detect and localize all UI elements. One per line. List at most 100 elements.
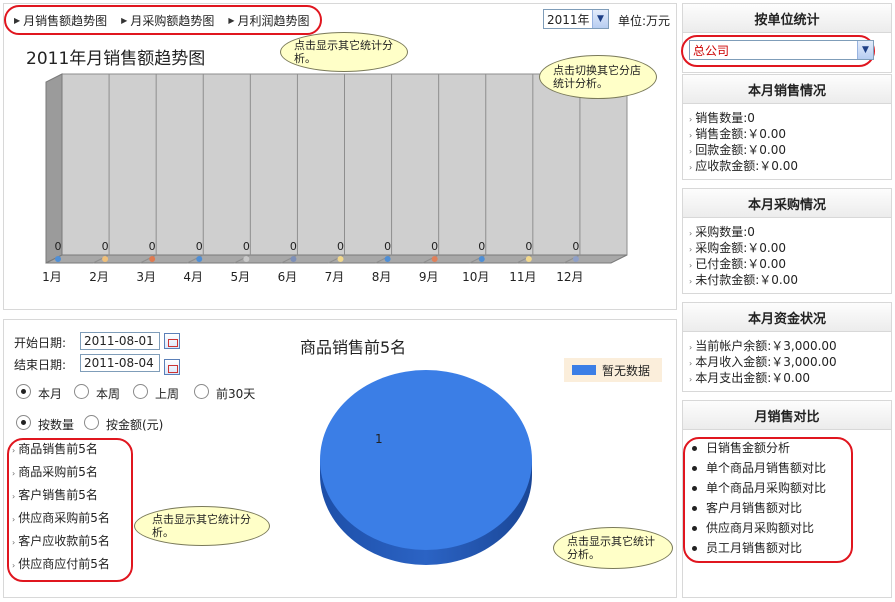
sales-item: › 销售数量:0 (689, 111, 755, 125)
sales-header: 本月销售情况 (682, 74, 892, 104)
chart-data-point (196, 256, 203, 262)
radio-this-month[interactable] (16, 384, 31, 399)
chart-value-label: 0 (337, 240, 344, 253)
unit-callout: 点击切换其它分店统计分析。 (539, 55, 657, 99)
chart-data-point (290, 256, 297, 262)
start-date-label: 开始日期: (14, 336, 67, 350)
by-unit-header: 按单位统计 (682, 3, 892, 33)
chart-value-label: 0 (431, 240, 438, 253)
radio-label: 按数量 (38, 418, 75, 432)
pie-legend: 暂无数据 (564, 358, 662, 382)
sales-item: › 回款金额:￥0.00 (689, 143, 786, 157)
link-customer-monthly-sales[interactable]: 客户月销售额对比 (692, 498, 826, 518)
link-product-sales-top5[interactable]: › 商品销售前5名 (12, 438, 110, 461)
chart-tick-label: 7月 (325, 270, 345, 284)
link-staff-monthly-sales[interactable]: 员工月销售额对比 (692, 538, 826, 558)
radio-label: 上周 (155, 387, 180, 401)
radio-by-quantity[interactable] (16, 415, 31, 430)
radio-last-week[interactable] (133, 384, 148, 399)
chart-data-point (149, 256, 156, 262)
links-callout: 点击显示其它统计分析。 (134, 506, 270, 546)
chart-value-label: 0 (478, 240, 485, 253)
chart-data-point (55, 256, 61, 262)
chart-value-label: 0 (243, 240, 250, 253)
link-daily-sales-analysis[interactable]: 日销售金额分析 (692, 438, 826, 458)
arrow-right-icon: › (12, 561, 16, 570)
chart-tick-label: 1月 (42, 270, 62, 284)
chart-tick-label: 6月 (278, 270, 298, 284)
calendar-icon[interactable] (164, 333, 180, 349)
chart-value-label: 0 (55, 240, 62, 253)
chart-tick-label: 5月 (231, 270, 251, 284)
chart-value-label: 0 (290, 240, 297, 253)
chart-value-label: 0 (149, 240, 156, 253)
radio-label: 前30天 (216, 387, 256, 401)
unit-select[interactable]: 总公司 ▼ (689, 40, 874, 60)
link-product-monthly-sales[interactable]: 单个商品月销售额对比 (692, 458, 826, 478)
funds-item: › 本月支出金额:￥0.00 (689, 371, 810, 385)
link-supplier-purchase-top5[interactable]: › 供应商采购前5名 (12, 507, 110, 530)
chart-value-label: 0 (384, 240, 391, 253)
radio-last-30-days[interactable] (194, 384, 209, 399)
link-customer-receivable-top5[interactable]: › 客户应收款前5名 (12, 530, 110, 553)
radio-this-week[interactable] (74, 384, 89, 399)
start-date-input[interactable]: 2011-08-01 (80, 332, 160, 350)
radio-label: 按金额(元) (106, 418, 164, 432)
purchase-item: › 采购金额:￥0.00 (689, 241, 786, 255)
pie-chart: 1 (320, 370, 532, 565)
link-product-monthly-purchase[interactable]: 单个商品月采购额对比 (692, 478, 826, 498)
calendar-icon[interactable] (164, 359, 180, 375)
purchase-item: › 未付款金额:￥0.00 (689, 273, 798, 287)
chart-tick-label: 9月 (419, 270, 439, 284)
compare-links: 日销售金额分析 单个商品月销售额对比 单个商品月采购额对比 客户月销售额对比 供… (692, 438, 826, 558)
purchase-item: › 已付金额:￥0.00 (689, 257, 786, 271)
compare-callout: 点击显示其它统计分析。 (553, 527, 673, 569)
funds-box: › 当前帐户余额:￥3,000.00 › 本月收入金额:￥3,000.00 › 本月支… (682, 332, 892, 392)
link-supplier-monthly-purchase[interactable]: 供应商月采购额对比 (692, 518, 826, 538)
sales-box: › 销售数量:0 › 销售金额:￥0.00 › 回款金额:￥0.00 › 应收款金额:￥… (682, 104, 892, 180)
chart-tick-label: 2月 (89, 270, 109, 284)
sales-item: › 销售金额:￥0.00 (689, 127, 786, 141)
chart-data-point (525, 256, 532, 262)
link-customer-sales-top5[interactable]: › 客户销售前5名 (12, 484, 110, 507)
chart-data-point (243, 256, 250, 262)
legend-swatch (572, 365, 596, 375)
arrow-right-icon: › (12, 515, 16, 524)
arrow-right-icon: › (12, 538, 16, 547)
funds-item: › 本月收入金额:￥3,000.00 (689, 355, 837, 369)
end-date-label: 结束日期: (14, 358, 67, 372)
link-product-purchase-top5[interactable]: › 商品采购前5名 (12, 461, 110, 484)
chart-value-label: 0 (525, 240, 532, 253)
chart-tick-label: 11月 (509, 270, 536, 284)
arrow-right-icon: › (12, 492, 16, 501)
link-supplier-payable-top5[interactable]: › 供应商应付前5名 (12, 553, 110, 576)
sales-item: › 应收款金额:￥0.00 (689, 159, 798, 173)
chart-value-label: 0 (572, 240, 579, 253)
chart-tick-label: 8月 (372, 270, 392, 284)
funds-header: 本月资金状况 (682, 302, 892, 332)
pie-slice[interactable] (320, 370, 532, 550)
chart-data-point (572, 256, 579, 262)
chart-tick-label: 10月 (462, 270, 489, 284)
chart-tick-label: 3月 (136, 270, 156, 284)
chart-data-point (337, 256, 344, 262)
funds-item: › 当前帐户余额:￥3,000.00 (689, 339, 837, 353)
arrow-right-icon: › (12, 446, 16, 455)
chart-data-point (478, 256, 485, 262)
chart-left-wall (45, 73, 63, 264)
chart-value-label: 0 (196, 240, 203, 253)
chart-data-point (431, 256, 438, 262)
purchase-item: › 采购数量:0 (689, 225, 755, 239)
purchase-box: › 采购数量:0 › 采购金额:￥0.00 › 已付金额:￥0.00 › 未付款金额:￥… (682, 218, 892, 294)
radio-by-amount[interactable] (84, 415, 99, 430)
top5-links: › 商品销售前5名 › 商品采购前5名 › 客户销售前5名 › 供应商采购前5名 › 客户… (12, 438, 110, 576)
chart-data-point (102, 256, 109, 262)
chart-tick-label: 4月 (183, 270, 203, 284)
radio-label: 本月 (38, 387, 63, 401)
tabs-callout: 点击显示其它统计分析。 (280, 32, 408, 72)
arrow-right-icon: › (12, 469, 16, 478)
purchase-header: 本月采购情况 (682, 188, 892, 218)
compare-header: 月销售对比 (682, 400, 892, 430)
chart-data-point (384, 256, 391, 262)
end-date-input[interactable]: 2011-08-04 (80, 354, 160, 372)
